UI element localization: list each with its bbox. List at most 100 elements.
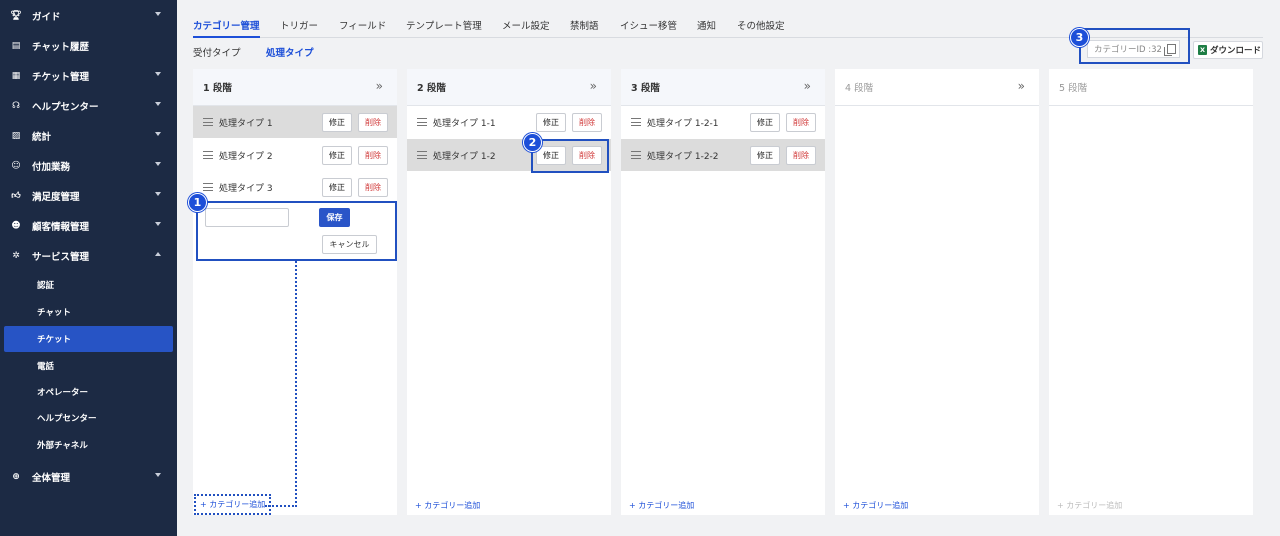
sidebar-subitem-operator[interactable]: オペレーター	[4, 379, 173, 405]
sidebar-item-label: 満足度管理	[32, 192, 80, 203]
delete-button[interactable]: 削除	[358, 146, 388, 165]
expand-icon[interactable]: »	[804, 79, 811, 93]
sidebar-item-label: ガイド	[32, 12, 61, 23]
expand-icon[interactable]: »	[590, 79, 597, 93]
user-info-icon: ☻	[11, 221, 21, 231]
drag-handle-icon[interactable]	[203, 151, 213, 160]
edit-button[interactable]: 修正	[322, 113, 352, 132]
sidebar-item-satisfaction[interactable]: 👍︎ 満足度管理	[0, 183, 177, 209]
delete-button[interactable]: 削除	[786, 146, 816, 165]
edit-button[interactable]: 修正	[750, 146, 780, 165]
category-row[interactable]: 処理タイプ 1-2-1 修正 削除	[621, 106, 825, 138]
sidebar-item-help-center[interactable]: ☊ ヘルプセンター	[0, 93, 177, 119]
sidebar-subitem-ticket[interactable]: チケット	[4, 326, 173, 352]
tab-banned-words[interactable]: 禁制語	[570, 18, 599, 32]
category-row[interactable]: 処理タイプ 1-1 修正 削除	[407, 106, 611, 138]
sidebar-item-service-management[interactable]: ✲ サービス管理	[0, 243, 177, 269]
sidebar-item-additional-work[interactable]: ☺ 付加業務	[0, 153, 177, 179]
copy-icon[interactable]	[1164, 44, 1176, 56]
plus-circle-icon: ⊕	[12, 472, 20, 482]
edit-button[interactable]: 修正	[536, 113, 566, 132]
sidebar-subitem-external-channel[interactable]: 外部チャネル	[4, 432, 173, 458]
sidebar-subitem-chat[interactable]: チャット	[4, 299, 173, 325]
category-column-level-2: 2 段階 » 処理タイプ 1-1 修正 削除 処理タイプ 1-2 修正 削除 +…	[407, 69, 611, 515]
tab-other-settings[interactable]: その他設定	[737, 18, 785, 32]
connector-line	[295, 261, 297, 507]
delete-button[interactable]: 削除	[358, 178, 388, 197]
edit-button[interactable]: 修正	[322, 178, 352, 197]
drag-handle-icon[interactable]	[631, 151, 641, 160]
category-row[interactable]: 処理タイプ 3 修正 削除	[193, 171, 397, 203]
add-category-link: + カテゴリー追加	[1057, 501, 1123, 510]
expand-icon[interactable]: »	[1018, 79, 1025, 93]
category-column-level-4: 4 段階 » + カテゴリー追加	[835, 69, 1039, 515]
drag-handle-icon[interactable]	[203, 118, 213, 127]
chevron-down-icon	[155, 222, 161, 226]
sidebar-item-label: 全体管理	[32, 473, 71, 484]
new-category-input[interactable]	[205, 208, 289, 227]
sidebar-subitem-auth[interactable]: 認証	[4, 272, 173, 298]
sidebar-item-ticket-management[interactable]: ▦ チケット管理	[0, 63, 177, 89]
column-header: 4 段階 »	[835, 69, 1039, 106]
save-button[interactable]: 保存	[319, 208, 350, 227]
category-label: 処理タイプ 1-1	[433, 118, 496, 129]
tab-category-management[interactable]: カテゴリー管理	[193, 18, 260, 32]
sidebar-subitem-phone[interactable]: 電話	[4, 353, 173, 379]
add-category-link[interactable]: + カテゴリー追加	[194, 494, 272, 515]
excel-icon: X	[1198, 45, 1207, 55]
drag-handle-icon[interactable]	[631, 118, 641, 127]
chevron-down-icon	[155, 72, 161, 76]
sidebar-item-customer-info[interactable]: ☻ 顧客情報管理	[0, 213, 177, 239]
category-label: 処理タイプ 1-2-2	[647, 151, 719, 162]
sidebar-item-guide[interactable]: 🏆︎ ガイド	[0, 3, 177, 29]
chevron-down-icon	[155, 102, 161, 106]
subtab-processing-type[interactable]: 処理タイプ	[266, 45, 314, 59]
active-tab-underline	[193, 36, 260, 38]
category-row[interactable]: 処理タイプ 1-2-2 修正 削除	[621, 139, 825, 171]
tab-trigger[interactable]: トリガー	[280, 18, 318, 32]
delete-button[interactable]: 削除	[358, 113, 388, 132]
sidebar-item-label: チャット履歴	[32, 42, 89, 53]
sidebar-item-statistics[interactable]: ▨ 統計	[0, 123, 177, 149]
ticket-icon: ▦	[11, 71, 21, 81]
add-category-link[interactable]: + カテゴリー追加	[843, 500, 908, 511]
cancel-button[interactable]: キャンセル	[322, 235, 377, 254]
column-header: 3 段階 »	[621, 69, 825, 106]
sidebar-subitem-help-center[interactable]: ヘルプセンター	[4, 405, 173, 431]
edit-button[interactable]: 修正	[322, 146, 352, 165]
drag-handle-icon[interactable]	[417, 118, 427, 127]
add-category-link[interactable]: + カテゴリー追加	[629, 500, 694, 511]
tab-notification[interactable]: 通知	[697, 18, 716, 32]
chart-icon: ▨	[11, 131, 21, 141]
tab-mail-settings[interactable]: メール設定	[502, 18, 550, 32]
expand-icon[interactable]: »	[376, 79, 383, 93]
category-label: 処理タイプ 1	[219, 118, 273, 129]
category-label: 処理タイプ 1-2-1	[647, 118, 719, 129]
category-row[interactable]: 処理タイプ 2 修正 削除	[193, 139, 397, 171]
user-task-icon: ☺	[11, 161, 21, 171]
download-button[interactable]: X ダウンロード	[1193, 41, 1263, 59]
drag-handle-icon[interactable]	[203, 183, 213, 192]
column-title: 4 段階	[845, 83, 874, 94]
column-title: 3 段階	[631, 83, 660, 94]
category-id-text: カテゴリーID :32	[1094, 45, 1162, 55]
main-content: カテゴリー管理 トリガー フィールド テンプレート管理 メール設定 禁制語 イシ…	[177, 0, 1280, 536]
edit-button[interactable]: 修正	[750, 113, 780, 132]
category-row[interactable]: 処理タイプ 1 修正 削除	[193, 106, 397, 138]
delete-button[interactable]: 削除	[572, 113, 602, 132]
sidebar-item-chat-history[interactable]: ▤ チャット履歴	[0, 33, 177, 59]
subtab-reception-type[interactable]: 受付タイプ	[193, 45, 241, 59]
add-category-link[interactable]: + カテゴリー追加	[415, 500, 480, 511]
category-id-field: カテゴリーID :32	[1087, 40, 1180, 58]
tab-template-management[interactable]: テンプレート管理	[406, 18, 482, 32]
drag-handle-icon[interactable]	[417, 151, 427, 160]
tab-issue-transfer[interactable]: イシュー移管	[620, 18, 677, 32]
gear-icon: ✲	[12, 251, 20, 261]
new-category-form: 保存 キャンセル	[196, 201, 397, 261]
sidebar-item-global-management[interactable]: ⊕ 全体管理	[0, 464, 177, 490]
callout-2: 2	[523, 133, 542, 152]
category-label: 処理タイプ 3	[219, 183, 273, 194]
tab-field[interactable]: フィールド	[339, 18, 386, 32]
delete-button[interactable]: 削除	[786, 113, 816, 132]
trophy-icon: 🏆︎	[10, 11, 22, 21]
